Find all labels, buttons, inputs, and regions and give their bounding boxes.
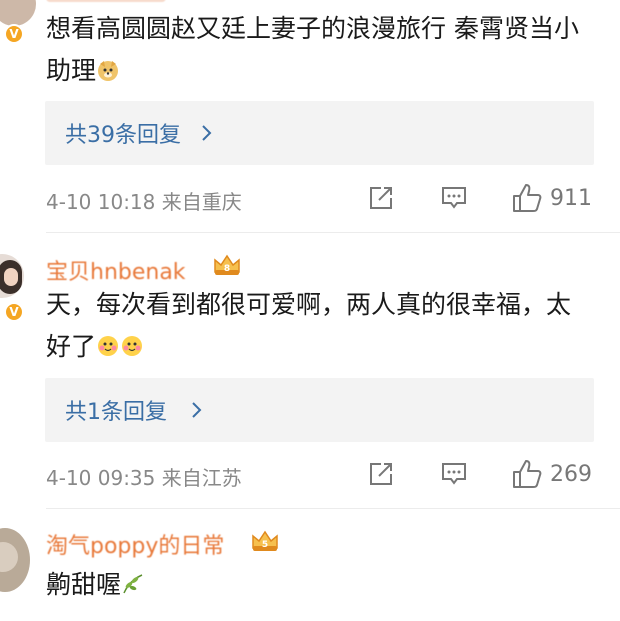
avatar[interactable] <box>0 0 36 26</box>
replies-box[interactable]: 共1条回复 <box>45 378 594 442</box>
svg-text:5: 5 <box>262 540 268 550</box>
svg-text:8: 8 <box>224 264 230 274</box>
crown-badge-icon: 8 <box>214 254 240 275</box>
chevron-right-icon <box>202 125 212 141</box>
share-icon[interactable] <box>368 461 394 487</box>
verified-badge-icon: V <box>4 24 24 44</box>
comment-text: 天，每次看到都很可爱啊，两人真的很幸福，太好了 <box>46 290 572 361</box>
comment-meta: 4-10 10:18 来自重庆 <box>46 190 242 214</box>
crown-badge-icon: 5 <box>252 530 278 551</box>
username[interactable]: 淘气poppy的日常 <box>46 528 224 560</box>
replies-link[interactable]: 共1条回复 <box>65 394 167 426</box>
replies-link[interactable]: 共39条回复 <box>65 117 181 149</box>
leaf-emoji <box>123 574 143 594</box>
like-icon[interactable] <box>511 182 543 214</box>
avatar-image[interactable] <box>0 528 30 592</box>
comment-meta: 4-10 09:35 来自江苏 <box>46 466 242 490</box>
verified-badge-icon: V <box>4 302 24 322</box>
comment-icon[interactable] <box>440 184 468 212</box>
share-icon[interactable] <box>368 185 394 211</box>
divider <box>46 508 620 509</box>
username[interactable] <box>46 0 206 4</box>
divider <box>46 232 620 233</box>
avatar[interactable] <box>0 254 24 298</box>
comment-text: 齁甜喔 <box>46 564 586 606</box>
replies-box[interactable]: 共39条回复 <box>45 101 594 165</box>
username[interactable]: 宝贝hnbenak <box>46 254 186 286</box>
cute-emoji <box>122 336 143 356</box>
chevron-right-icon <box>192 402 202 418</box>
comment-text: 想看高圆圆赵又廷上妻子的浪漫旅行 秦霄贤当小助理 <box>46 14 579 85</box>
comment-icon[interactable] <box>440 460 468 488</box>
like-count: 911 <box>550 186 592 211</box>
doge-emoji <box>98 61 119 81</box>
cute-emoji <box>98 336 119 356</box>
like-count: 269 <box>550 462 592 487</box>
like-icon[interactable] <box>511 458 543 490</box>
